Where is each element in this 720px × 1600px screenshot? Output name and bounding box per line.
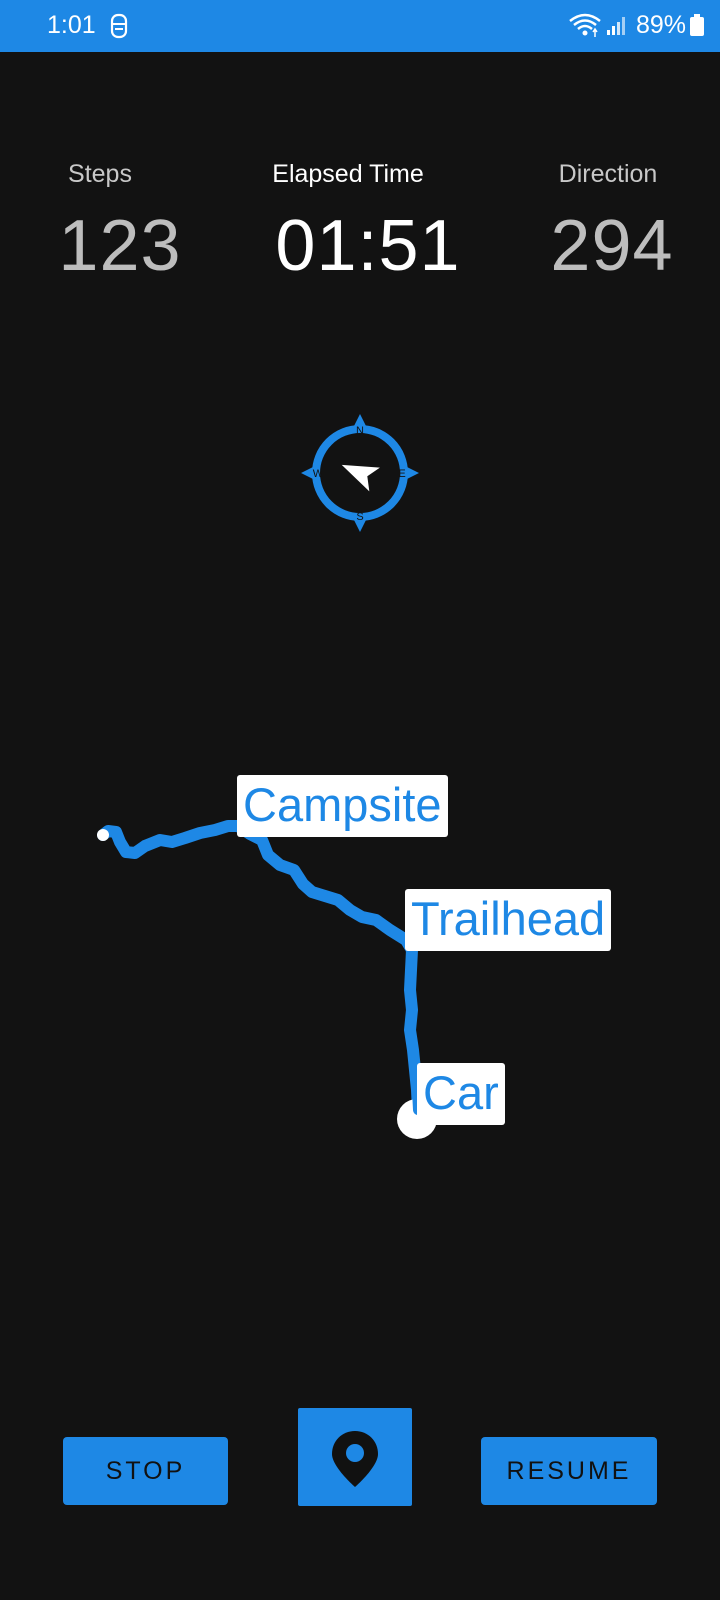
direction-label: Direction [558, 160, 658, 188]
signal-icon [606, 17, 625, 35]
compass-north: N [356, 425, 364, 437]
trail-path [97, 820, 424, 1116]
elapsed-time-label: Elapsed Time [272, 160, 424, 188]
compass-west: W [313, 468, 324, 480]
add-marker-button[interactable] [298, 1408, 412, 1506]
waypoint-car[interactable]: Car [417, 1063, 505, 1125]
elapsed-time-value: 01:51 [275, 206, 461, 286]
waypoint-trailhead[interactable]: Trailhead [405, 889, 612, 951]
direction-arrow-icon [341, 464, 380, 492]
compass-east: E [398, 468, 405, 480]
trail-start-marker [97, 829, 109, 841]
waypoint-campsite[interactable]: Campsite [237, 775, 448, 837]
resume-button[interactable]: RESUME [481, 1437, 657, 1505]
battery-icon [690, 14, 704, 36]
stop-button[interactable]: STOP [63, 1437, 228, 1505]
compass-icon: N S W E [301, 414, 419, 532]
steps-value: 123 [58, 206, 182, 286]
app-notification-icon [110, 13, 128, 39]
direction-value: 294 [550, 206, 674, 286]
status-time: 1:01 [47, 11, 96, 39]
wifi-icon [569, 13, 601, 37]
compass-south: S [356, 511, 363, 523]
battery-percent: 89% [635, 11, 686, 39]
screen: 1:01 89% Steps 123 Elapsed Time 01:51 Di… [0, 0, 720, 1600]
steps-label: Steps [68, 160, 132, 188]
status-bar: 1:01 89% [0, 0, 720, 52]
map-pin-icon [332, 1431, 378, 1487]
status-right: 89% [568, 10, 704, 40]
